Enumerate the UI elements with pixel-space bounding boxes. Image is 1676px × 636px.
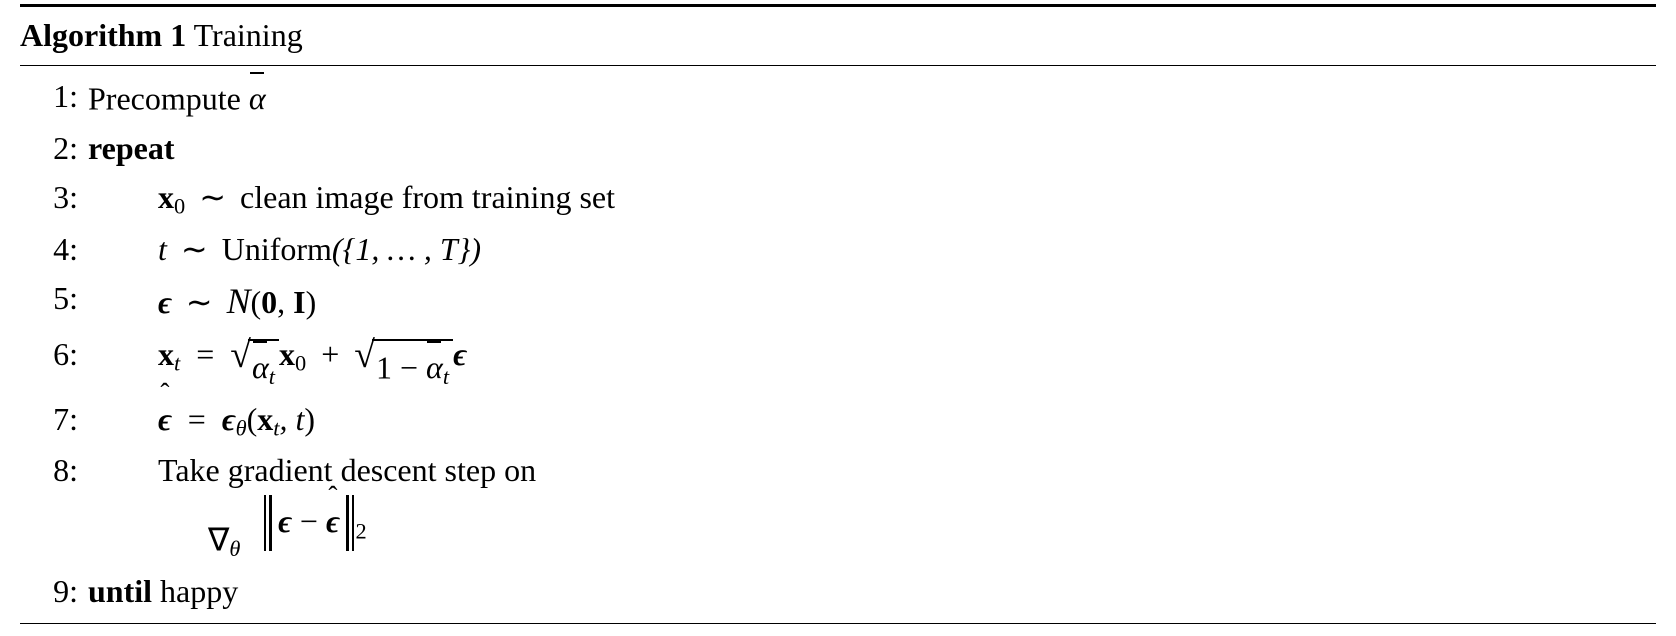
algo-line: 1: Precompute α bbox=[20, 72, 1656, 124]
line-statement: x0 ∼ clean image from training set bbox=[88, 173, 1656, 224]
line-number: 8: bbox=[20, 446, 88, 496]
algo-line: 9: until happy bbox=[20, 567, 1656, 617]
algo-line: 6: xt = √ αt x0 + √ 1 − αt ϵ bbox=[20, 330, 1656, 395]
nabla: ∇ bbox=[208, 522, 229, 558]
eq: = bbox=[188, 336, 222, 372]
line-statement: until happy bbox=[88, 567, 1656, 617]
sub-t: t bbox=[269, 364, 275, 389]
sub-zero: 0 bbox=[295, 350, 306, 375]
line-number: 4: bbox=[20, 225, 88, 275]
line-number: 9: bbox=[20, 567, 88, 617]
line-statement: xt = √ αt x0 + √ 1 − αt ϵ bbox=[88, 330, 1656, 395]
mat-identity: I bbox=[293, 284, 305, 320]
alpha-bar: α bbox=[249, 80, 266, 116]
sim: ∼ bbox=[180, 284, 219, 320]
algorithm-title: Training bbox=[194, 17, 303, 53]
eps-hat: ˆϵ bbox=[158, 395, 172, 445]
algo-line: 5: ϵ ∼ N(0, I) bbox=[20, 274, 1656, 330]
var-eps: ϵ bbox=[453, 336, 467, 372]
var-x: x bbox=[158, 336, 174, 372]
close-paren: ) bbox=[306, 284, 317, 320]
close-paren: ) bbox=[304, 401, 315, 437]
var-eps: ϵ bbox=[158, 284, 172, 320]
algorithm-header: Algorithm 1 Training bbox=[20, 4, 1656, 66]
line-statement: ∇θ ϵ − ˆϵ 2 bbox=[88, 495, 1656, 567]
algo-line: 2: repeat bbox=[20, 124, 1656, 174]
minus: − bbox=[292, 503, 326, 539]
line-number: 1: bbox=[20, 72, 88, 122]
line-statement: Precompute α bbox=[88, 72, 1656, 124]
var-x: x bbox=[279, 336, 295, 372]
text: clean image from training set bbox=[240, 179, 615, 215]
algo-line: 8: Take gradient descent step on bbox=[20, 446, 1656, 496]
alpha-bar: α bbox=[426, 349, 443, 385]
var-eps: ϵ bbox=[278, 503, 292, 539]
uniform-set: ({1, … , T}) bbox=[332, 231, 481, 267]
line-number: 5: bbox=[20, 274, 88, 324]
uniform-label: Uniform bbox=[222, 231, 332, 267]
var-t: t bbox=[158, 231, 167, 267]
algorithm-body: 1: Precompute α 2: repeat 3: x0 ∼ clean … bbox=[20, 66, 1656, 623]
sub-t: t bbox=[174, 350, 180, 375]
eps-theta: ϵ bbox=[222, 401, 236, 437]
var-x: x bbox=[158, 179, 174, 215]
line-statement: ϵ ∼ N(0, I) bbox=[88, 274, 1656, 330]
sim: ∼ bbox=[175, 231, 214, 267]
line-number: 6: bbox=[20, 330, 88, 380]
sub-zero: 0 bbox=[174, 194, 185, 219]
line-statement: Take gradient descent step on bbox=[88, 446, 1656, 496]
text: happy bbox=[160, 573, 238, 609]
keyword-until: until bbox=[88, 573, 152, 609]
algorithm-block: Algorithm 1 Training 1: Precompute α 2: … bbox=[0, 0, 1676, 636]
line-number: 3: bbox=[20, 173, 88, 223]
sqrt-icon: √ αt bbox=[230, 339, 279, 395]
eq: = bbox=[180, 401, 214, 437]
alpha-bar: α bbox=[252, 349, 269, 385]
comma-t: , t bbox=[279, 401, 304, 437]
algorithm-footer-rule bbox=[20, 623, 1656, 624]
open-paren: ( bbox=[250, 284, 261, 320]
text: Precompute bbox=[88, 80, 249, 116]
normal-dist-icon: N bbox=[227, 281, 251, 321]
algo-line: 4: t ∼ Uniform({1, … , T}) bbox=[20, 225, 1656, 275]
open-paren: ( bbox=[247, 401, 258, 437]
plus: + bbox=[314, 336, 346, 372]
algorithm-number: Algorithm 1 bbox=[20, 17, 186, 53]
keyword-repeat: repeat bbox=[88, 124, 1656, 174]
sub-theta: θ bbox=[229, 537, 240, 562]
algo-line: 3: x0 ∼ clean image from training set bbox=[20, 173, 1656, 224]
line-statement: ˆϵ = ϵθ(xt, t) bbox=[88, 395, 1656, 446]
sqrt-icon: √ 1 − αt bbox=[354, 339, 453, 395]
algo-line: 7: ˆϵ = ϵθ(xt, t) bbox=[20, 395, 1656, 446]
norm: ϵ − ˆϵ bbox=[262, 495, 355, 551]
eps-hat: ˆϵ bbox=[326, 497, 340, 547]
line-number: 7: bbox=[20, 395, 88, 445]
vec-zero: 0 bbox=[261, 284, 277, 320]
one-minus: 1 − bbox=[376, 349, 426, 385]
var-x: x bbox=[257, 401, 273, 437]
sub-theta: θ bbox=[236, 415, 247, 440]
text: Take gradient descent step on bbox=[158, 452, 536, 488]
sub-t: t bbox=[443, 364, 449, 389]
sup-2: 2 bbox=[355, 519, 366, 544]
comma: , bbox=[277, 284, 293, 320]
algo-line-continuation: ∇θ ϵ − ˆϵ 2 bbox=[20, 495, 1656, 567]
sim: ∼ bbox=[193, 179, 232, 215]
line-number: 2: bbox=[20, 124, 88, 174]
line-statement: t ∼ Uniform({1, … , T}) bbox=[88, 225, 1656, 275]
